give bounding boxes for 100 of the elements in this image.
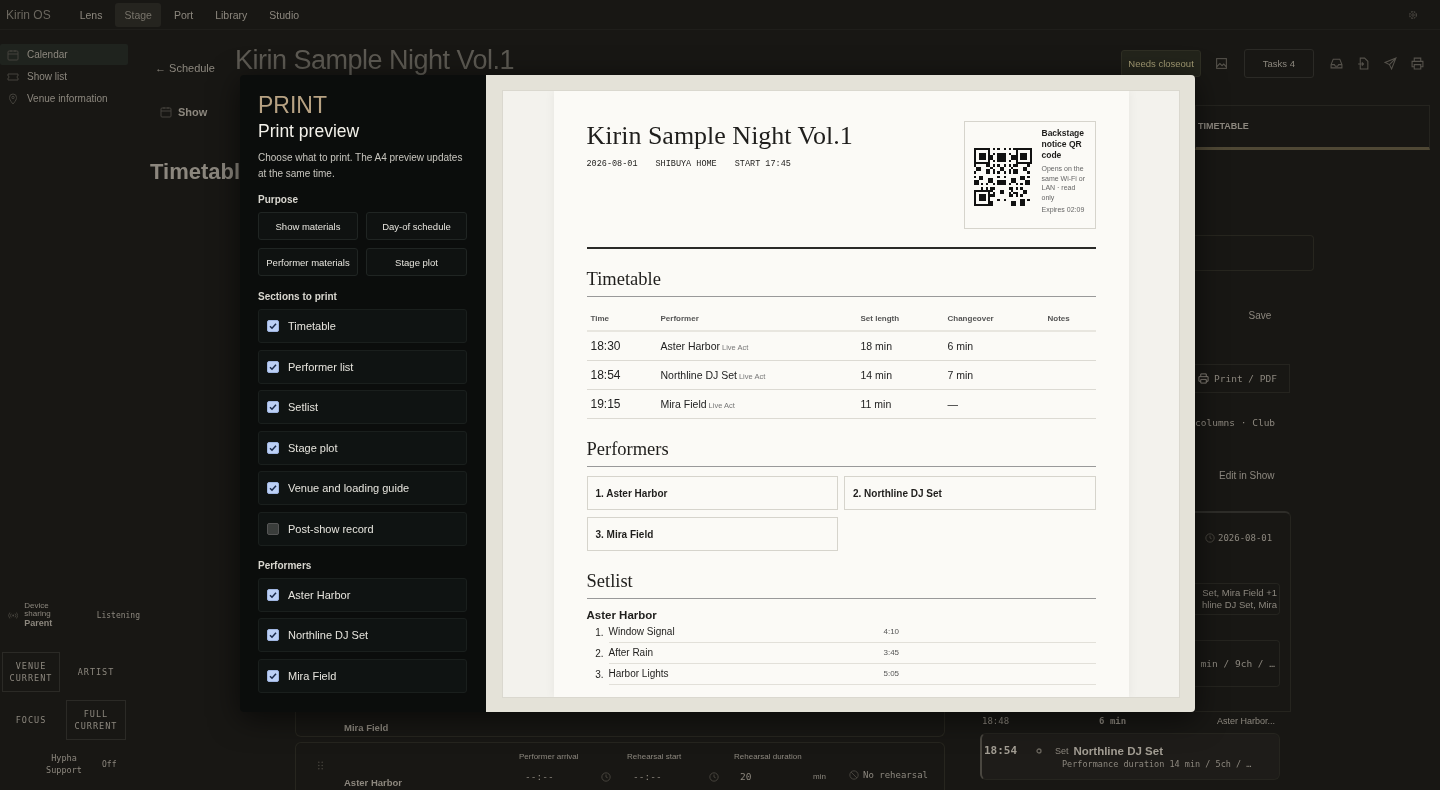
table-cell: Aster Harbor xyxy=(660,340,721,352)
checkbox[interactable] xyxy=(267,669,279,682)
purpose-button[interactable]: Show materials xyxy=(258,212,358,240)
edit-link[interactable]: Edit in Show xyxy=(1219,470,1275,482)
inbox-icon[interactable] xyxy=(1330,57,1343,70)
sidebar-item[interactable]: Show list xyxy=(0,66,128,87)
set-name: Northline DJ Set xyxy=(1073,744,1163,757)
purpose-button[interactable]: Stage plot xyxy=(366,248,467,276)
table-cell-text: 6 min xyxy=(947,340,975,352)
performer-card: 1. Aster Harbor xyxy=(586,476,838,510)
device-sharing-label: Device sharing xyxy=(24,602,52,618)
performer-option[interactable]: Northline DJ Set xyxy=(258,618,467,652)
section-option[interactable]: Venue and loading guide xyxy=(258,471,467,505)
document-heading: Timetable xyxy=(586,269,1096,297)
closeout-button[interactable]: Needs closeout xyxy=(1121,50,1201,77)
document-meta: START 17:45 xyxy=(734,159,791,169)
column-header: Time xyxy=(590,313,611,323)
song-duration: 5:05 xyxy=(883,663,1096,685)
checkbox[interactable] xyxy=(267,360,279,373)
document-heading: Setlist xyxy=(586,571,1096,599)
next-performer: Aster Harbor... xyxy=(1216,716,1276,726)
nav-tab[interactable]: Lens xyxy=(70,2,112,27)
song-title: After Rain xyxy=(608,642,884,664)
mode-button[interactable]: FOCUS xyxy=(2,700,60,740)
sidebar-item[interactable]: Venue information xyxy=(0,88,128,109)
clock-icon xyxy=(601,771,611,782)
purpose-button[interactable]: Performer materials xyxy=(258,248,358,276)
field-label: Performer arrival xyxy=(519,752,580,761)
ticket-icon xyxy=(7,70,19,83)
section-option[interactable]: Post-show record xyxy=(258,511,467,546)
save-button[interactable]: Save xyxy=(1220,301,1300,331)
show-tab[interactable]: Show xyxy=(160,106,245,118)
set-kind: Set xyxy=(1055,745,1069,756)
document-meta: 2026-08-01 xyxy=(586,159,638,169)
performer-card: 3. Mira Field xyxy=(586,517,838,551)
performer-option[interactable]: Mira Field xyxy=(258,658,467,693)
changeover-time: 18:48 xyxy=(982,716,1010,726)
mode-button[interactable]: FULL CURRENT xyxy=(66,700,126,740)
printer-icon[interactable] xyxy=(1411,57,1424,70)
table-cell-text: 14 min xyxy=(860,369,893,381)
checkbox[interactable] xyxy=(267,588,279,601)
section-option[interactable]: Setlist xyxy=(258,390,467,424)
performer-option[interactable]: Aster Harbor xyxy=(258,577,467,612)
field-value[interactable]: --:-- xyxy=(633,771,662,782)
pin-icon xyxy=(7,92,19,105)
app-name: Kirin OS xyxy=(6,7,51,22)
checkbox[interactable] xyxy=(267,482,279,494)
printer-icon xyxy=(1198,373,1209,385)
checkbox[interactable] xyxy=(267,320,279,332)
table-cell-text: 7 min xyxy=(947,369,975,381)
nav-tab[interactable]: Stage xyxy=(115,2,161,27)
field-label: Rehearsal duration xyxy=(734,752,803,761)
column-header: Performer xyxy=(660,313,700,323)
song-number: 2. xyxy=(594,647,605,659)
column-header: Changeover xyxy=(947,313,995,323)
mode-button[interactable]: VENUE CURRENT xyxy=(2,652,60,692)
image-icon[interactable] xyxy=(1214,57,1228,70)
print-button[interactable]: Print / PDF xyxy=(1195,363,1290,394)
table-cell-text: 19:15 xyxy=(590,397,622,411)
drag-handle-icon[interactable] xyxy=(317,761,323,770)
settings-icon[interactable] xyxy=(1408,9,1418,20)
ban-icon xyxy=(849,770,859,780)
mode-button[interactable]: ARTIST xyxy=(66,652,126,692)
qr-code xyxy=(973,148,1032,206)
table-cell-text: 18:30 xyxy=(590,339,622,353)
section-option[interactable]: Timetable xyxy=(258,309,467,343)
performer-name: Mira Field xyxy=(344,722,389,733)
checkbox[interactable] xyxy=(267,522,279,535)
nav-tab[interactable]: Studio xyxy=(260,2,309,27)
nav-tab[interactable]: Library xyxy=(206,2,257,27)
purpose-button[interactable]: Day-of schedule xyxy=(366,212,467,240)
checkbox[interactable] xyxy=(267,401,279,413)
send-icon[interactable] xyxy=(1384,57,1397,70)
performer-card: 2. Northline DJ Set xyxy=(844,476,1096,510)
tasks-button[interactable]: Tasks 4 xyxy=(1243,49,1314,78)
dot-icon xyxy=(1036,747,1042,754)
song-duration: 3:45 xyxy=(883,642,1096,664)
group-heading: Purpose xyxy=(258,194,298,205)
field-value[interactable]: 20 xyxy=(740,771,752,782)
section-option[interactable]: Stage plot xyxy=(258,430,467,465)
dialog-title: Print preview xyxy=(258,121,360,142)
field-label: Rehearsal start xyxy=(627,752,683,761)
sidebar-item[interactable]: Calendar xyxy=(0,44,128,65)
table-cell: Mira Field xyxy=(660,398,707,410)
checkbox[interactable] xyxy=(267,629,279,641)
nav-tab[interactable]: Port xyxy=(164,2,203,27)
dialog-eyebrow: PRINT xyxy=(258,91,327,119)
back-link[interactable]: ← Schedule xyxy=(155,61,215,74)
column-header: Set length xyxy=(860,313,901,323)
setlist-performer: Aster Harbor xyxy=(586,609,658,621)
document-meta: SHIBUYA HOME xyxy=(655,159,717,169)
song-title: Window Signal xyxy=(608,621,884,643)
table-cell: Northline DJ Set xyxy=(660,369,737,381)
section-option[interactable]: Performer list xyxy=(258,349,467,384)
checkbox[interactable] xyxy=(267,441,279,454)
set-detail: Performance duration 14 min / 5ch / … xyxy=(1061,759,1253,769)
song-number: 1. xyxy=(594,626,605,638)
file-icon[interactable] xyxy=(1357,57,1370,70)
qr-title: Backstage notice QR code xyxy=(1041,128,1086,161)
field-value[interactable]: --:-- xyxy=(525,771,554,782)
